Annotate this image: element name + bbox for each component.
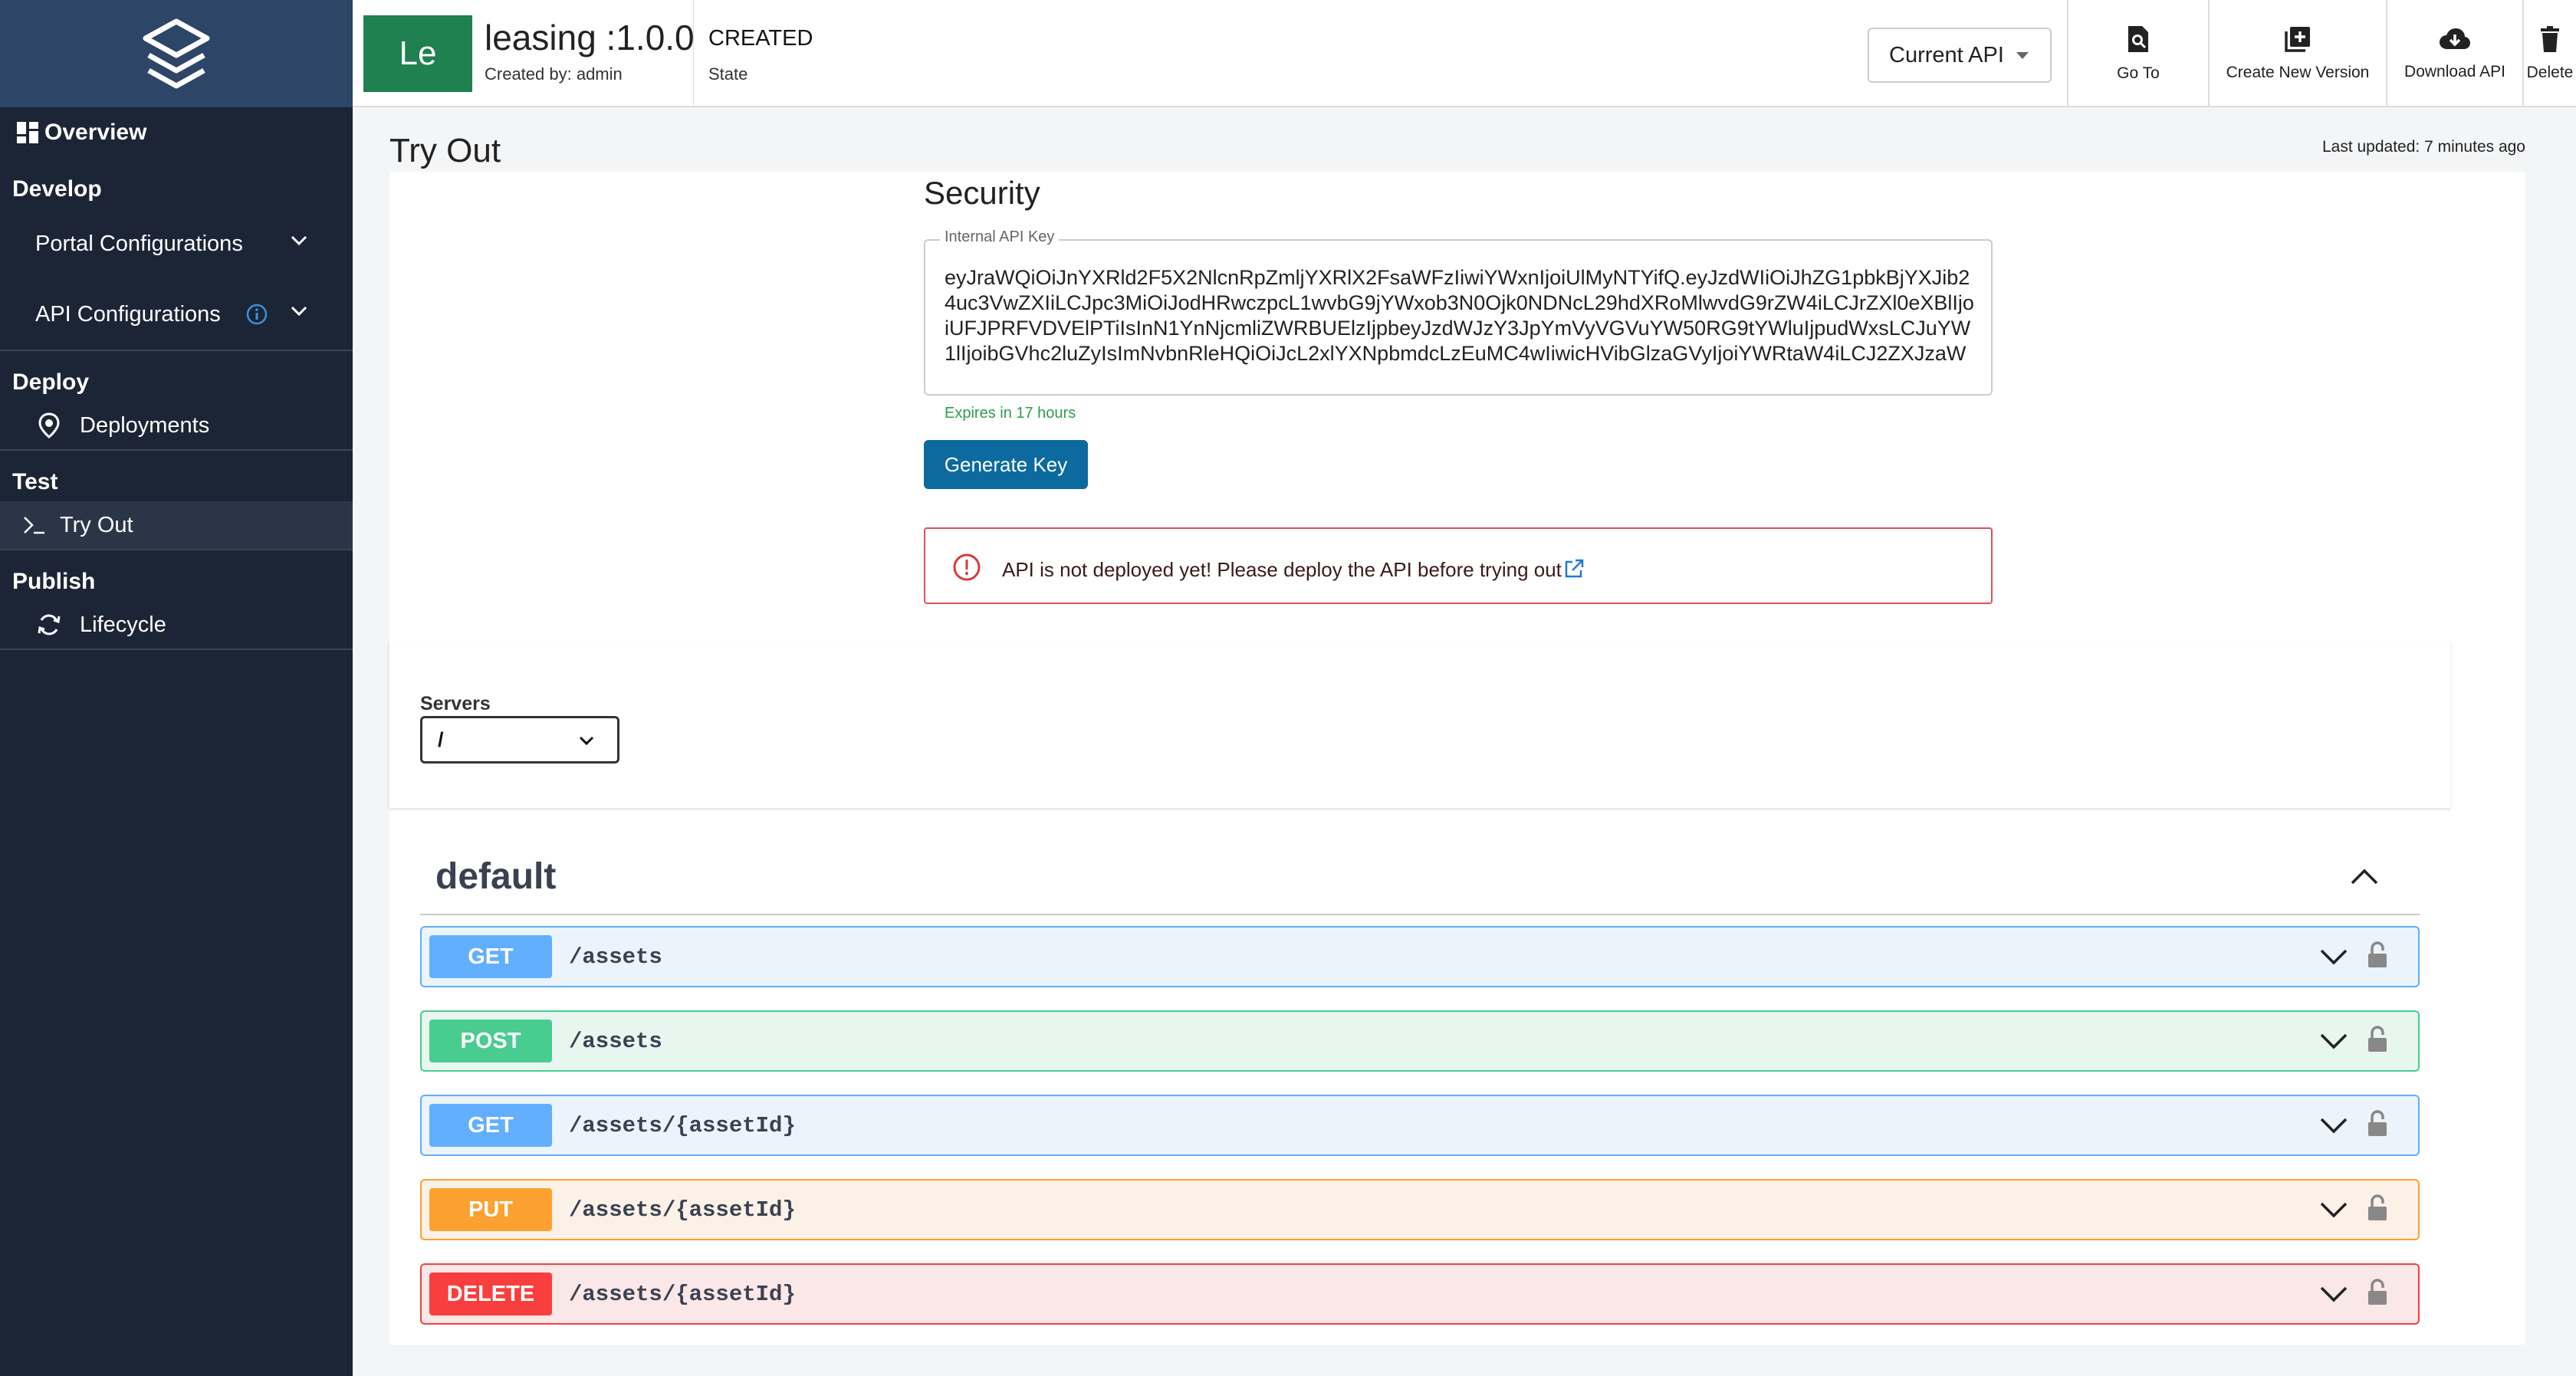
operation-path: /assets/{assetId} xyxy=(569,1113,796,1138)
sidebar-item-label: API Configurations xyxy=(35,301,221,327)
operation-path: /assets xyxy=(569,1029,662,1054)
state-label: State xyxy=(708,64,748,84)
page-title: Try Out xyxy=(389,132,501,169)
sidebar: Overview Develop Portal Configurations A… xyxy=(0,0,353,1376)
cloud-download-icon xyxy=(2440,28,2470,49)
sidebar-item-label: Lifecycle xyxy=(80,612,166,637)
api-key-field-label: Internal API Key xyxy=(940,228,1060,246)
refresh-cycle-icon xyxy=(38,614,61,635)
chevron-down-icon xyxy=(579,736,594,746)
lock-icon[interactable] xyxy=(2366,940,2389,970)
api-key-value[interactable]: eyJraWQiOiJnYXRld2F5X2NlcnRpZmljYXRlX2Fs… xyxy=(945,265,1976,368)
chevron-down-icon[interactable] xyxy=(2318,946,2349,967)
http-method-badge: GET xyxy=(429,935,552,978)
chevron-down-icon xyxy=(291,235,307,246)
operation-row[interactable]: GET/assets xyxy=(420,926,2420,987)
layers-logo-icon xyxy=(143,18,210,89)
chevron-up-icon[interactable] xyxy=(2349,866,2380,886)
sidebar-item-label: Overview xyxy=(44,120,147,145)
search-document-icon xyxy=(2128,26,2148,52)
sidebar-item-label: Try Out xyxy=(60,512,133,537)
api-header: Le leasing :1.0.0 Created by: admin CREA… xyxy=(353,0,2576,107)
divider xyxy=(693,0,694,107)
info-icon[interactable] xyxy=(245,303,268,326)
create-new-version-button[interactable]: Create New Version xyxy=(2208,0,2386,107)
http-method-badge: POST xyxy=(429,1020,552,1062)
delete-label: Delete xyxy=(2526,64,2574,81)
trash-icon xyxy=(2541,26,2559,52)
chevron-down-icon[interactable] xyxy=(2318,1115,2349,1136)
servers-label: Servers xyxy=(420,693,491,714)
operation-row[interactable]: GET/assets/{assetId} xyxy=(420,1095,2420,1156)
section-deploy: Deploy xyxy=(12,369,90,395)
key-expiry-text: Expires in 17 hours xyxy=(945,405,1076,422)
chevron-down-icon[interactable] xyxy=(2318,1030,2349,1052)
created-by: Created by: admin xyxy=(485,64,623,84)
servers-select-value: / xyxy=(438,727,444,751)
terminal-icon xyxy=(24,517,44,534)
delete-button[interactable]: Delete xyxy=(2522,0,2576,107)
lock-icon[interactable] xyxy=(2366,1277,2389,1308)
operation-path: /assets xyxy=(569,944,662,970)
security-title: Security xyxy=(924,175,1040,211)
operation-path: /assets/{assetId} xyxy=(569,1197,796,1223)
go-to-button[interactable]: Go To xyxy=(2067,0,2208,107)
chevron-down-icon xyxy=(291,306,307,317)
servers-select[interactable]: / xyxy=(420,716,619,764)
http-method-badge: PUT xyxy=(429,1188,552,1231)
http-method-badge: DELETE xyxy=(429,1273,552,1315)
chevron-down-icon[interactable] xyxy=(2318,1283,2349,1305)
sidebar-item-deployments[interactable]: Deployments xyxy=(0,402,353,449)
state-value: CREATED xyxy=(708,26,813,51)
alert-message-text: API is not deployed yet! Please deploy t… xyxy=(1002,558,1562,581)
tag-title[interactable]: default xyxy=(435,855,556,898)
section-develop: Develop xyxy=(12,176,102,202)
operation-row[interactable]: PUT/assets/{assetId} xyxy=(420,1179,2420,1240)
app-logo[interactable] xyxy=(0,0,353,107)
sidebar-item-portal-configurations[interactable]: Portal Configurations xyxy=(0,209,353,279)
api-version-select-label: Current API xyxy=(1889,42,2004,67)
sidebar-item-overview[interactable]: Overview xyxy=(0,107,353,158)
operation-row[interactable]: DELETE/assets/{assetId} xyxy=(420,1263,2420,1325)
dashboard-icon xyxy=(17,122,38,143)
go-to-label: Go To xyxy=(2117,64,2160,82)
http-method-badge: GET xyxy=(429,1104,552,1147)
create-new-version-label: Create New Version xyxy=(2226,64,2370,81)
add-box-icon xyxy=(2285,27,2310,52)
section-publish: Publish xyxy=(12,569,96,594)
generate-key-button[interactable]: Generate Key xyxy=(924,440,1088,489)
operation-path: /assets/{assetId} xyxy=(569,1282,796,1307)
divider xyxy=(0,649,353,650)
lock-icon[interactable] xyxy=(2366,1024,2389,1055)
section-test: Test xyxy=(12,469,58,494)
sidebar-item-label: Deployments xyxy=(80,412,210,438)
sidebar-item-api-configurations[interactable]: API Configurations xyxy=(0,279,353,350)
last-updated: Last updated: 7 minutes ago xyxy=(2321,138,2525,156)
sidebar-item-try-out[interactable]: Try Out xyxy=(0,501,353,549)
lock-icon[interactable] xyxy=(2366,1193,2389,1223)
download-api-button[interactable]: Download API xyxy=(2386,0,2522,107)
caret-down-icon xyxy=(2016,52,2029,59)
deployment-pin-icon xyxy=(38,412,60,438)
chevron-down-icon[interactable] xyxy=(2318,1199,2349,1220)
lock-icon[interactable] xyxy=(2366,1108,2389,1139)
download-api-label: Download API xyxy=(2404,63,2505,80)
alert-message: API is not deployed yet! Please deploy t… xyxy=(1002,558,1585,582)
external-link-icon[interactable] xyxy=(1563,558,1585,580)
avatar: Le xyxy=(363,15,472,92)
sidebar-item-lifecycle[interactable]: Lifecycle xyxy=(0,601,353,649)
divider xyxy=(420,914,2420,915)
servers-panel xyxy=(389,641,2450,808)
operation-row[interactable]: POST/assets xyxy=(420,1010,2420,1072)
error-icon xyxy=(953,553,981,581)
deploy-warning-alert: API is not deployed yet! Please deploy t… xyxy=(924,527,1993,604)
sidebar-item-label: Portal Configurations xyxy=(35,231,243,256)
api-version-select[interactable]: Current API xyxy=(1868,28,2052,83)
api-name: leasing :1.0.0 xyxy=(485,18,695,57)
